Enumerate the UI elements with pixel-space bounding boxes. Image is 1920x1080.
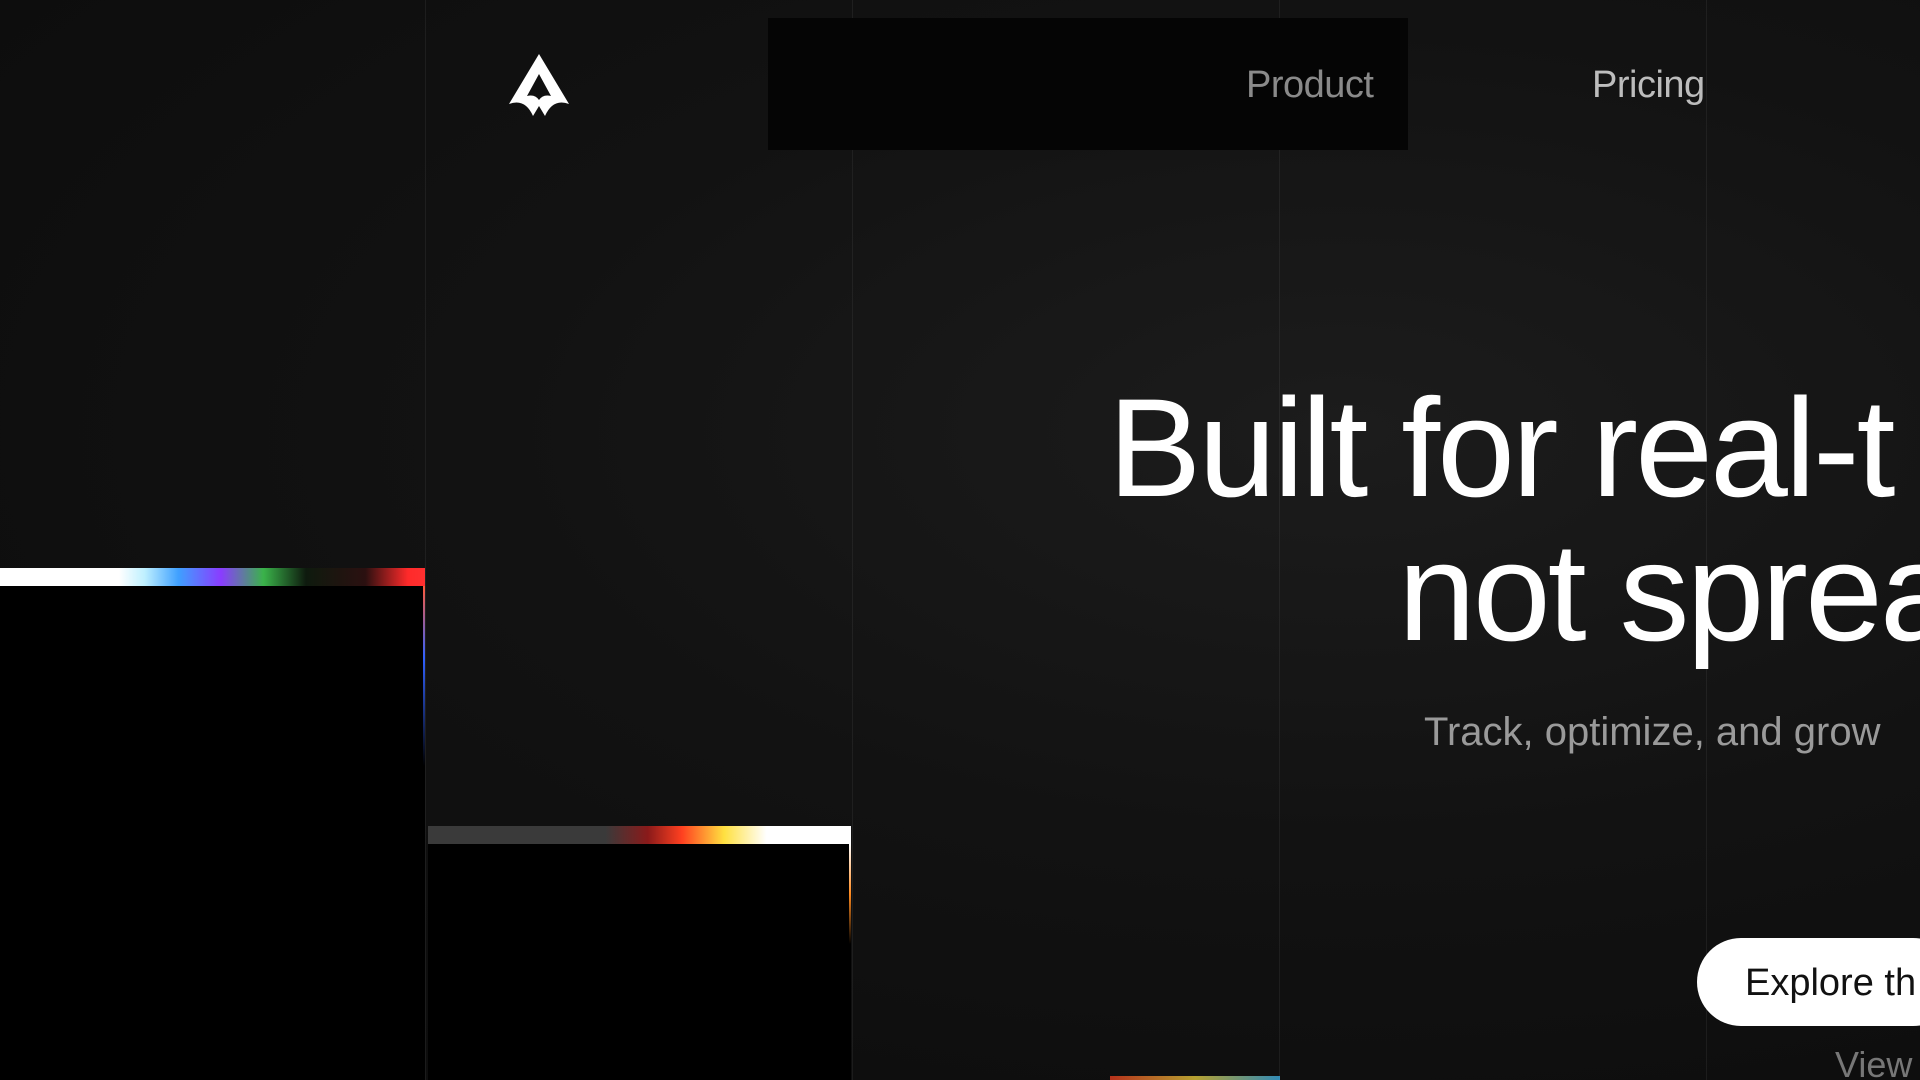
spectrum-bar [428, 826, 851, 844]
star-triangle-logo-icon[interactable] [505, 52, 573, 118]
decorative-panel [0, 568, 425, 1080]
spectrum-edge [423, 586, 425, 766]
grid-divider [1279, 0, 1280, 1080]
nav-link-product[interactable]: Product [1246, 64, 1374, 107]
landing-page: Product Pricing Built for real-t not spr… [0, 0, 1920, 1080]
spectrum-edge [849, 844, 851, 944]
view-link[interactable]: View [1835, 1044, 1920, 1080]
hero-subtitle: Track, optimize, and grow [1424, 710, 1881, 754]
grid-divider [425, 0, 426, 1080]
hero-headline-line-2: not sprea [1398, 513, 1920, 670]
nav-link-pricing[interactable]: Pricing [1592, 64, 1705, 107]
decorative-panel [428, 826, 851, 1080]
spectrum-glow [1110, 1076, 1280, 1080]
explore-button[interactable]: Explore th [1697, 938, 1920, 1026]
grid-divider [852, 0, 853, 1080]
spectrum-bar [0, 568, 425, 586]
hero-headline-line-1: Built for real-t [1108, 369, 1895, 526]
